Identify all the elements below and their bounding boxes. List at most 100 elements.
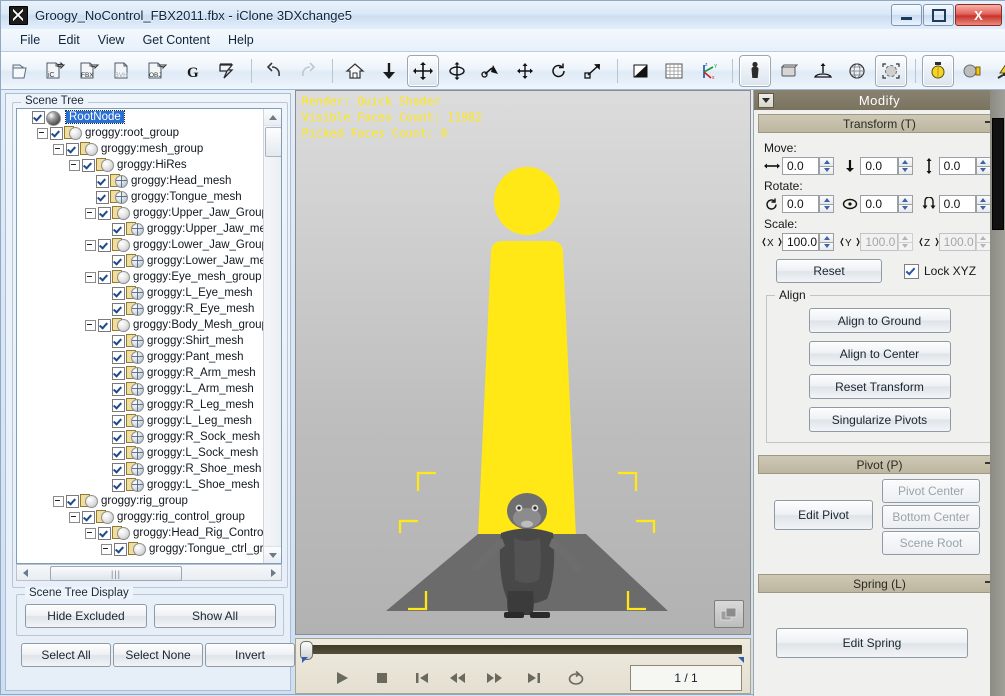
- tree-node-checkbox[interactable]: [66, 494, 79, 508]
- character-icon[interactable]: [739, 54, 771, 87]
- invert-button[interactable]: Invert: [205, 643, 295, 667]
- tree-collapse-icon[interactable]: [53, 495, 64, 507]
- tree-node[interactable]: groggy:L_Eye_mesh: [17, 285, 265, 301]
- menu-help[interactable]: Help: [219, 30, 263, 50]
- menu-edit[interactable]: Edit: [49, 30, 89, 50]
- tree-collapse-icon[interactable]: [69, 511, 80, 523]
- bottom-center-button[interactable]: Bottom Center: [882, 505, 980, 529]
- show-all-button[interactable]: Show All: [154, 604, 276, 628]
- select-none-button[interactable]: Select None: [113, 643, 203, 667]
- move-x-input[interactable]: 0.0: [782, 157, 820, 175]
- tree-node[interactable]: groggy:Tongue_ctrl_group: [17, 541, 265, 557]
- tree-node-checkbox[interactable]: [112, 478, 125, 492]
- menu-get-content[interactable]: Get Content: [134, 30, 219, 50]
- google-g-icon[interactable]: G: [177, 55, 209, 87]
- tree-node-checkbox[interactable]: [32, 110, 45, 124]
- viewport-layout-button[interactable]: [714, 600, 744, 628]
- move-y-input[interactable]: 0.0: [860, 157, 898, 175]
- tree-node-checkbox[interactable]: [96, 174, 109, 188]
- rotate-y-input[interactable]: 0.0: [860, 195, 898, 213]
- tree-node[interactable]: groggy:Upper_Jaw_mesh: [17, 221, 265, 237]
- spin-up[interactable]: [819, 157, 835, 166]
- section-pivot-header[interactable]: Pivot (P): [758, 455, 1001, 474]
- scene-tree-list[interactable]: RootNode groggy:root_group groggy:mesh_gro…: [16, 108, 282, 564]
- tree-node[interactable]: groggy:Head_mesh: [17, 173, 265, 189]
- tree-node[interactable]: groggy:R_Sock_mesh: [17, 429, 265, 445]
- move-x-spinner[interactable]: [819, 157, 835, 175]
- spin-up[interactable]: [819, 195, 835, 204]
- tree-node[interactable]: groggy:R_Shoe_mesh: [17, 461, 265, 477]
- light-bulb-icon[interactable]: [922, 54, 954, 87]
- home-icon[interactable]: [339, 55, 371, 87]
- play-icon[interactable]: [326, 665, 358, 691]
- tree-node-checkbox[interactable]: [98, 270, 111, 284]
- move-tool-icon[interactable]: [407, 54, 439, 87]
- tree-collapse-icon[interactable]: [85, 527, 96, 539]
- rotate-z-spinner[interactable]: [975, 195, 991, 213]
- modify-scrollbar-thumb[interactable]: [992, 118, 1004, 230]
- tree-node-checkbox[interactable]: [112, 446, 125, 460]
- tree-node[interactable]: groggy:Lower_Jaw_Group: [17, 237, 265, 253]
- tree-node-checkbox[interactable]: [50, 126, 63, 140]
- tree-node[interactable]: groggy:mesh_group: [17, 141, 265, 157]
- collapse-panel-icon[interactable]: [758, 93, 774, 108]
- tree-node[interactable]: groggy:Pant_mesh: [17, 349, 265, 365]
- spin-down[interactable]: [975, 165, 991, 175]
- tree-node[interactable]: groggy:R_Eye_mesh: [17, 301, 265, 317]
- frame-indicator[interactable]: 1 / 1: [630, 665, 742, 691]
- spin-down[interactable]: [975, 203, 991, 213]
- move-z-spinner[interactable]: [975, 157, 991, 175]
- tree-node[interactable]: groggy:rig_control_group: [17, 509, 265, 525]
- tree-node-checkbox[interactable]: [112, 350, 125, 364]
- scroll-right-button[interactable]: [265, 565, 281, 580]
- select-all-button[interactable]: Select All: [21, 643, 111, 667]
- tree-node-checkbox[interactable]: [112, 302, 125, 316]
- tree-node[interactable]: groggy:Lower_Jaw_mesh: [17, 253, 265, 269]
- ground-icon[interactable]: [807, 55, 839, 87]
- move-y-spinner[interactable]: [897, 157, 913, 175]
- import-obj-icon[interactable]: OBJ: [143, 55, 175, 87]
- scroll-down-button[interactable]: [264, 546, 281, 563]
- import-bvh-icon[interactable]: BVH: [109, 55, 141, 87]
- tree-node-checkbox[interactable]: [98, 318, 111, 332]
- zoom-icon[interactable]: [577, 55, 609, 87]
- tree-node[interactable]: groggy:L_Leg_mesh: [17, 413, 265, 429]
- spin-up[interactable]: [975, 195, 991, 204]
- pivot-center-button[interactable]: Pivot Center: [882, 479, 980, 503]
- modify-panel-scrollbar[interactable]: [990, 90, 1005, 696]
- tree-node[interactable]: groggy:root_group: [17, 125, 265, 141]
- tree-node-checkbox[interactable]: [98, 526, 111, 540]
- sphere-icon[interactable]: [841, 55, 873, 87]
- hscrollbar-thumb[interactable]: |||: [50, 566, 182, 581]
- tree-node-checkbox[interactable]: [66, 142, 79, 156]
- new-folder-icon[interactable]: [7, 55, 39, 87]
- tree-node[interactable]: groggy:Eye_mesh_group: [17, 269, 265, 285]
- menu-view[interactable]: View: [89, 30, 134, 50]
- scene-root-button[interactable]: Scene Root: [882, 531, 980, 555]
- spin-down[interactable]: [897, 165, 913, 175]
- section-transform-header[interactable]: Transform (T): [758, 114, 1001, 133]
- tree-collapse-icon[interactable]: [85, 271, 96, 283]
- tree-node[interactable]: groggy:HiRes: [17, 157, 265, 173]
- tree-collapse-icon[interactable]: [85, 239, 96, 251]
- viewport-3d[interactable]: Render: Quick Shader Visible Faces Count:…: [295, 90, 751, 635]
- menu-file[interactable]: File: [11, 30, 49, 50]
- tree-node-checkbox[interactable]: [114, 542, 127, 556]
- tree-node-checkbox[interactable]: [112, 254, 125, 268]
- pan-icon[interactable]: [509, 55, 541, 87]
- hide-excluded-button[interactable]: Hide Excluded: [25, 604, 147, 628]
- prop-icon[interactable]: [773, 55, 805, 87]
- tree-collapse-icon[interactable]: [101, 543, 112, 555]
- align-to-center-button[interactable]: Align to Center: [808, 341, 951, 366]
- rewind-icon[interactable]: [442, 665, 474, 691]
- scene-tree-vertical-scrollbar[interactable]: [263, 109, 281, 563]
- tree-collapse-icon[interactable]: [37, 127, 48, 139]
- tree-node[interactable]: groggy:L_Shoe_mesh: [17, 477, 265, 493]
- tree-node[interactable]: groggy:Head_Rig_Controls: [17, 525, 265, 541]
- tree-node[interactable]: groggy:Tongue_mesh: [17, 189, 265, 205]
- rotate-x-spinner[interactable]: [819, 195, 835, 213]
- tree-node-checkbox[interactable]: [82, 158, 95, 172]
- scale-x-spinner[interactable]: [819, 233, 835, 251]
- tree-node-checkbox[interactable]: [82, 510, 95, 524]
- tree-node[interactable]: groggy:Body_Mesh_group: [17, 317, 265, 333]
